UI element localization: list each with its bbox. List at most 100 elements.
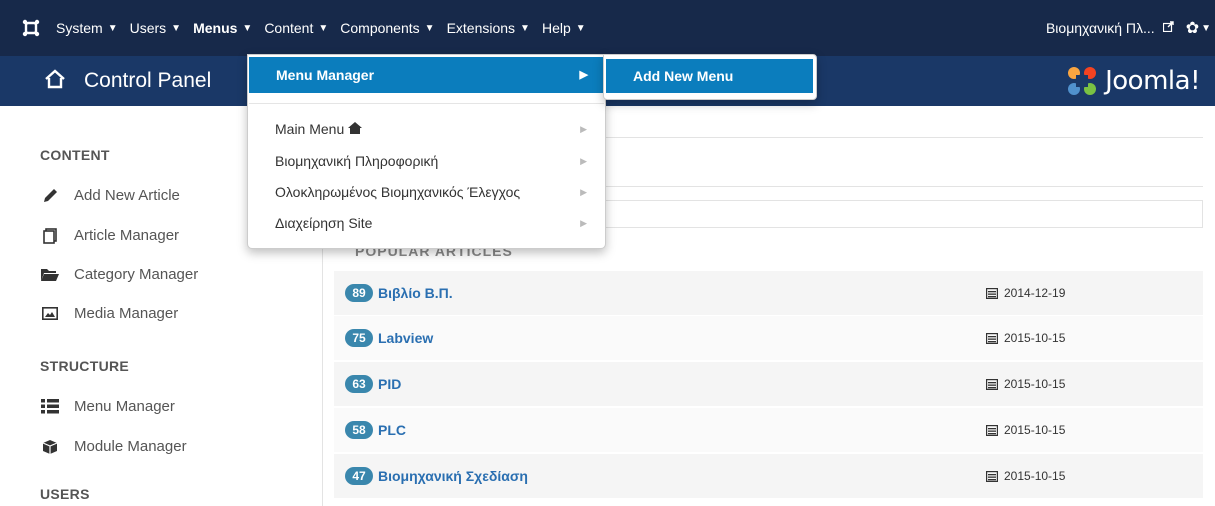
hits-badge: 75 — [345, 329, 373, 347]
caret-down-icon: ▼ — [575, 22, 586, 34]
cube-icon — [40, 439, 60, 455]
article-row: 89 Βιβλίο Β.Π. 2014-12-19 — [334, 271, 1203, 316]
dropdown-item-label: Menu Manager — [276, 67, 375, 83]
menu-label: System — [56, 20, 103, 36]
article-row: 47 Βιομηχανική Σχεδίαση 2015-10-15 — [334, 454, 1203, 499]
gear-icon[interactable]: ✿ — [1186, 18, 1199, 38]
folder-icon — [40, 268, 60, 282]
top-navbar: System ▼ Users ▼ Menus ▼ Content ▼ Component… — [0, 0, 1215, 56]
menu-label: Components — [340, 20, 420, 36]
article-row: 58 PLC 2015-10-15 — [334, 408, 1203, 453]
menu-content[interactable]: Content ▼ — [258, 0, 334, 56]
menu-label: Help — [541, 20, 571, 36]
caret-down-icon: ▼ — [107, 22, 118, 34]
menu-label: Extensions — [446, 20, 516, 36]
article-link[interactable]: Βιομηχανική Σχεδίαση — [378, 468, 528, 484]
page-title: Control Panel — [84, 69, 212, 92]
sidebar-item-label: Category Manager — [74, 266, 199, 283]
article-link[interactable]: PID — [378, 376, 401, 392]
article-date-text: 2015-10-15 — [1004, 423, 1066, 437]
sidebar-item-category-manager[interactable]: Category Manager — [40, 266, 198, 283]
sidebar-heading-users: USERS — [40, 486, 90, 502]
dropdown-item-main-menu[interactable]: Main Menu ▶ — [275, 121, 605, 137]
stack-icon — [40, 227, 60, 244]
hits-badge: 63 — [345, 375, 373, 393]
article-date-text: 2015-10-15 — [1004, 377, 1066, 391]
article-link[interactable]: PLC — [378, 422, 406, 438]
caret-right-icon: ▶ — [580, 123, 587, 134]
article-date-text: 2015-10-15 — [1004, 331, 1066, 345]
article-date: 2015-10-15 — [986, 423, 1065, 437]
dropdown-item-menu-manager[interactable]: Menu Manager ▶ — [249, 57, 604, 93]
article-date: 2015-10-15 — [986, 469, 1065, 483]
menus-dropdown: Menu Manager ▶ Main Menu ▶ Βιομηχανική Π… — [247, 54, 606, 249]
calendar-icon — [986, 378, 998, 390]
article-row: 75 Labview 2015-10-15 — [334, 316, 1203, 361]
home-icon — [44, 68, 66, 90]
caret-down-icon: ▼ — [318, 22, 329, 34]
site-name: Βιομηχανική Πλ... — [1045, 20, 1155, 36]
submenu-item-label: Add New Menu — [633, 68, 734, 84]
article-date: 2015-10-15 — [986, 331, 1065, 345]
sidebar-item-label: Menu Manager — [74, 398, 175, 415]
dropdown-item-oloklirwmenos-elegxos[interactable]: Ολοκληρωμένος Βιομηχανικός Έλεγχος ▶ — [275, 184, 605, 200]
dropdown-item-diaxeirisi-site[interactable]: Διαχείρηση Site ▶ — [275, 215, 605, 231]
article-date-text: 2014-12-19 — [1004, 286, 1066, 300]
caret-right-icon: ▶ — [580, 155, 587, 166]
sidebar-item-module-manager[interactable]: Module Manager — [40, 438, 187, 455]
hits-badge: 47 — [345, 467, 373, 485]
dropdown-item-label: Main Menu — [275, 121, 345, 137]
external-link-icon — [1162, 21, 1174, 35]
article-date-text: 2015-10-15 — [1004, 469, 1066, 483]
article-date: 2014-12-19 — [986, 286, 1065, 300]
sidebar-item-label: Media Manager — [74, 305, 179, 322]
article-row: 63 PID 2015-10-15 — [334, 362, 1203, 407]
article-link[interactable]: Βιβλίο Β.Π. — [378, 285, 453, 301]
sidebar-item-add-new-article[interactable]: Add New Article — [40, 187, 180, 204]
submenu-item-add-new-menu[interactable]: Add New Menu — [606, 59, 813, 93]
dropdown-divider — [249, 103, 604, 104]
home-icon — [348, 121, 363, 137]
image-icon — [40, 307, 60, 320]
caret-down-icon: ▼ — [1201, 22, 1211, 34]
caret-right-icon: ▶ — [580, 217, 587, 228]
dropdown-item-label: Βιομηχανική Πληροφορική — [275, 153, 439, 169]
menu-system[interactable]: System ▼ — [50, 0, 124, 56]
hits-badge: 58 — [345, 421, 373, 439]
menu-label: Content — [264, 20, 314, 36]
sidebar-heading-content: CONTENT — [40, 147, 110, 163]
pencil-icon — [40, 188, 60, 204]
caret-right-icon: ▶ — [579, 69, 588, 81]
dropdown-item-viomichaniki-pliroforiki[interactable]: Βιομηχανική Πληροφορική ▶ — [275, 153, 605, 169]
sidebar-item-label: Add New Article — [74, 187, 180, 204]
article-date: 2015-10-15 — [986, 377, 1065, 391]
caret-down-icon: ▼ — [242, 22, 253, 34]
menu-menus[interactable]: Menus ▼ — [187, 0, 258, 56]
joomla-logo-text: Joomla! — [1105, 66, 1200, 96]
joomla-brand-icon[interactable] — [22, 19, 40, 37]
site-preview-link[interactable]: Βιομηχανική Πλ... — [1046, 20, 1174, 36]
article-link[interactable]: Labview — [378, 330, 433, 346]
menu-label: Users — [129, 20, 167, 36]
menu-components[interactable]: Components ▼ — [334, 0, 440, 56]
sidebar-item-menu-manager[interactable]: Menu Manager — [40, 398, 175, 415]
menu-help[interactable]: Help ▼ — [536, 0, 592, 56]
list-icon — [40, 399, 60, 414]
caret-down-icon: ▼ — [171, 22, 182, 34]
sidebar-item-media-manager[interactable]: Media Manager — [40, 305, 178, 322]
dropdown-item-label: Ολοκληρωμένος Βιομηχανικός Έλεγχος — [275, 184, 521, 200]
calendar-icon — [986, 287, 998, 299]
joomla-logo-icon — [1068, 67, 1097, 95]
menu-users[interactable]: Users ▼ — [124, 0, 187, 56]
joomla-logo: Joomla! — [1065, 64, 1200, 98]
menu-extensions[interactable]: Extensions ▼ — [441, 0, 536, 56]
sidebar-item-label: Article Manager — [74, 227, 180, 244]
sidebar-item-label: Module Manager — [74, 438, 187, 455]
calendar-icon — [986, 470, 998, 482]
sidebar-heading-structure: STRUCTURE — [40, 358, 130, 374]
caret-down-icon: ▼ — [520, 22, 530, 34]
hits-badge: 89 — [345, 284, 373, 302]
caret-down-icon: ▼ — [424, 22, 435, 34]
sidebar-item-article-manager[interactable]: Article Manager — [40, 227, 179, 244]
menu-manager-submenu: Add New Menu — [603, 54, 817, 100]
